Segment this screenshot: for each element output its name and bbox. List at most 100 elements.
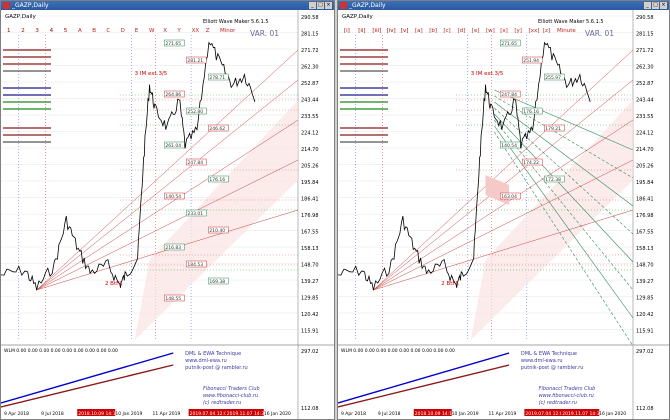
date-axis-label: 2019.11.07 14:30 — [562, 411, 602, 417]
timeframe-label: [iv] — [387, 28, 396, 34]
price-tag: 169.38 — [209, 279, 225, 285]
date-axis-label: 2019.07.04 12:00 — [190, 411, 230, 417]
close-icon[interactable]: × — [325, 2, 332, 9]
club-line: (c) redtrader.ru — [203, 400, 241, 406]
minimize-icon[interactable]: _ — [309, 2, 316, 9]
sub-price-top: 297.02 — [636, 349, 654, 355]
price-axis-label: 115.91 — [301, 329, 319, 335]
chart-window-left[interactable]: _GAZP,Daily _ □ × 290.58 281.15 271.72 262.… — [0, 0, 335, 420]
chart-app-icon — [340, 2, 347, 9]
watermark-line: putnik-post @ rambler.ru — [521, 365, 584, 371]
price-axis-label: 195.84 — [301, 180, 319, 186]
maximize-icon[interactable]: □ — [652, 2, 659, 9]
timeframe-label: [b] — [429, 28, 437, 34]
date-axis-label: 9 Jul 2018 — [378, 411, 401, 417]
red-trend-line — [1, 364, 174, 408]
blue-trend-line — [1, 352, 174, 404]
price-axis-label: 120.42 — [636, 312, 654, 318]
date-axis-label: 9 Jul 2018 — [41, 411, 64, 417]
wave-label-3: 3 IM ext.3/5 — [135, 71, 168, 77]
timeframe-label: [iii] — [372, 28, 381, 34]
price-axis-label: 205.26 — [636, 164, 654, 170]
price-tag: 140.54 — [501, 143, 517, 149]
price-tag: 281.21 — [187, 58, 203, 64]
price-tag: 247.84 — [501, 92, 517, 98]
price-chart-right[interactable]: 290.58 281.15 271.72 262.30 252.87 243.44 233.… — [338, 10, 670, 420]
red-trend-line — [338, 364, 510, 408]
price-axis-label: 224.12 — [301, 131, 319, 137]
price-tag: 271.65 — [165, 41, 181, 47]
timeframe-label: Minute — [557, 28, 576, 34]
timeframe-label: 2 — [21, 28, 25, 34]
maximize-icon[interactable]: □ — [317, 2, 324, 9]
price-axis-label: 214.70 — [301, 147, 319, 153]
price-axis-label: 176.98 — [301, 213, 319, 219]
date-axis-label: 11 Apr 2019 — [153, 411, 181, 417]
price-tag: 184.53 — [187, 262, 203, 268]
price-axis-label: 195.84 — [636, 180, 654, 186]
price-axis-label: 252.87 — [636, 81, 654, 87]
sub-price-bottom: 112.08 — [301, 406, 319, 412]
price-axis-label: 115.91 — [636, 329, 654, 335]
window-title: _GAZP,Daily — [12, 2, 49, 9]
timeframe-label: [v] — [401, 28, 409, 34]
price-axis-label: 252.87 — [301, 81, 319, 87]
wave-label-3: 3 IM ext.3/5 — [471, 71, 504, 77]
date-axis-label: 2019.07.04 12:00 — [525, 411, 565, 417]
timeframe-label: W — [149, 28, 155, 34]
club-line: Fibonacci Traders Club — [539, 386, 596, 392]
price-axis-label: 290.58 — [301, 15, 319, 21]
price-chart-left[interactable]: 290.58 281.15 271.72 262.30 252.87 243.44 233.… — [1, 10, 335, 420]
club-line: (c) redtrader.ru — [539, 400, 577, 406]
date-axis-label: 11 Apr 2019 — [489, 411, 517, 417]
price-axis-label: 243.44 — [301, 98, 319, 104]
price-tag: 210.40 — [209, 228, 225, 234]
timeframe-label: [d] — [458, 28, 466, 34]
price-tag: 216.83 — [165, 245, 181, 251]
price-axis-label: 214.70 — [636, 147, 654, 153]
window-titlebar-left[interactable]: _GAZP,Daily _ □ × — [1, 1, 334, 10]
timeframe-label: A — [78, 28, 82, 34]
blue-trend-line — [338, 352, 510, 404]
timeframe-label: 4 — [50, 28, 54, 34]
wave-label-2: 2 BtFL — [441, 281, 459, 287]
minimize-icon[interactable]: _ — [644, 2, 651, 9]
chart-window-right[interactable]: _GAZP,Daily _ □ × 290.58 281.15 271.72 262.… — [337, 0, 670, 420]
timeframe-label: [ii] — [358, 28, 365, 34]
wave-label-2: 2 BtFL — [105, 281, 123, 287]
price-axis-label: 167.55 — [301, 230, 319, 236]
price-axis-label: 271.72 — [636, 48, 654, 54]
timeframe-label: [i] — [344, 28, 350, 34]
price-tag: 233.01 — [187, 211, 203, 217]
watermark-line: DML & EWA Technique — [185, 351, 241, 357]
timeframe-label: [w] — [486, 28, 495, 34]
price-axis-label: 176.98 — [636, 213, 654, 219]
timeframe-label: [c] — [443, 28, 450, 34]
price-tag: 246.62 — [209, 126, 225, 132]
target-zone — [485, 175, 510, 205]
price-tag: 278.71 — [209, 75, 225, 81]
price-axis-label: 281.15 — [301, 32, 319, 38]
price-axis-label: 158.13 — [301, 246, 319, 252]
timeframe-label: Z — [206, 28, 210, 34]
price-axis-label: 120.42 — [301, 312, 319, 318]
close-icon[interactable]: × — [660, 2, 667, 9]
price-tag: 247.84 — [187, 160, 203, 166]
watermark-line: DML & EWA Technique — [521, 351, 577, 357]
club-line: www.fibonacci-club.ru — [539, 393, 594, 399]
window-titlebar-right[interactable]: _GAZP,Daily _ □ × — [338, 1, 669, 10]
variant-label: VAR. 01 — [250, 29, 279, 38]
club-line: www.fibonacci-club.ru — [203, 393, 258, 399]
price-tag: 264.86 — [165, 92, 181, 98]
price-tag: 176.16 — [523, 109, 539, 115]
club-line: Fibonacci Traders Club — [203, 386, 260, 392]
price-axis-label: 186.41 — [636, 197, 654, 203]
price-axis-label: 205.26 — [301, 164, 319, 170]
date-axis-label: 9 Apr 2018 — [341, 411, 366, 417]
date-axis-label: 9 Apr 2018 — [4, 411, 29, 417]
price-axis-label: 233.55 — [301, 114, 319, 120]
timeframe-label: [y] — [514, 28, 522, 34]
timeframe-label: X — [163, 28, 167, 34]
subwindow-indicator: WLM 0.00 0.00 0.00 0.00 0.00 0.00 0.00 0… — [341, 348, 455, 354]
chart-app-icon — [3, 2, 10, 9]
